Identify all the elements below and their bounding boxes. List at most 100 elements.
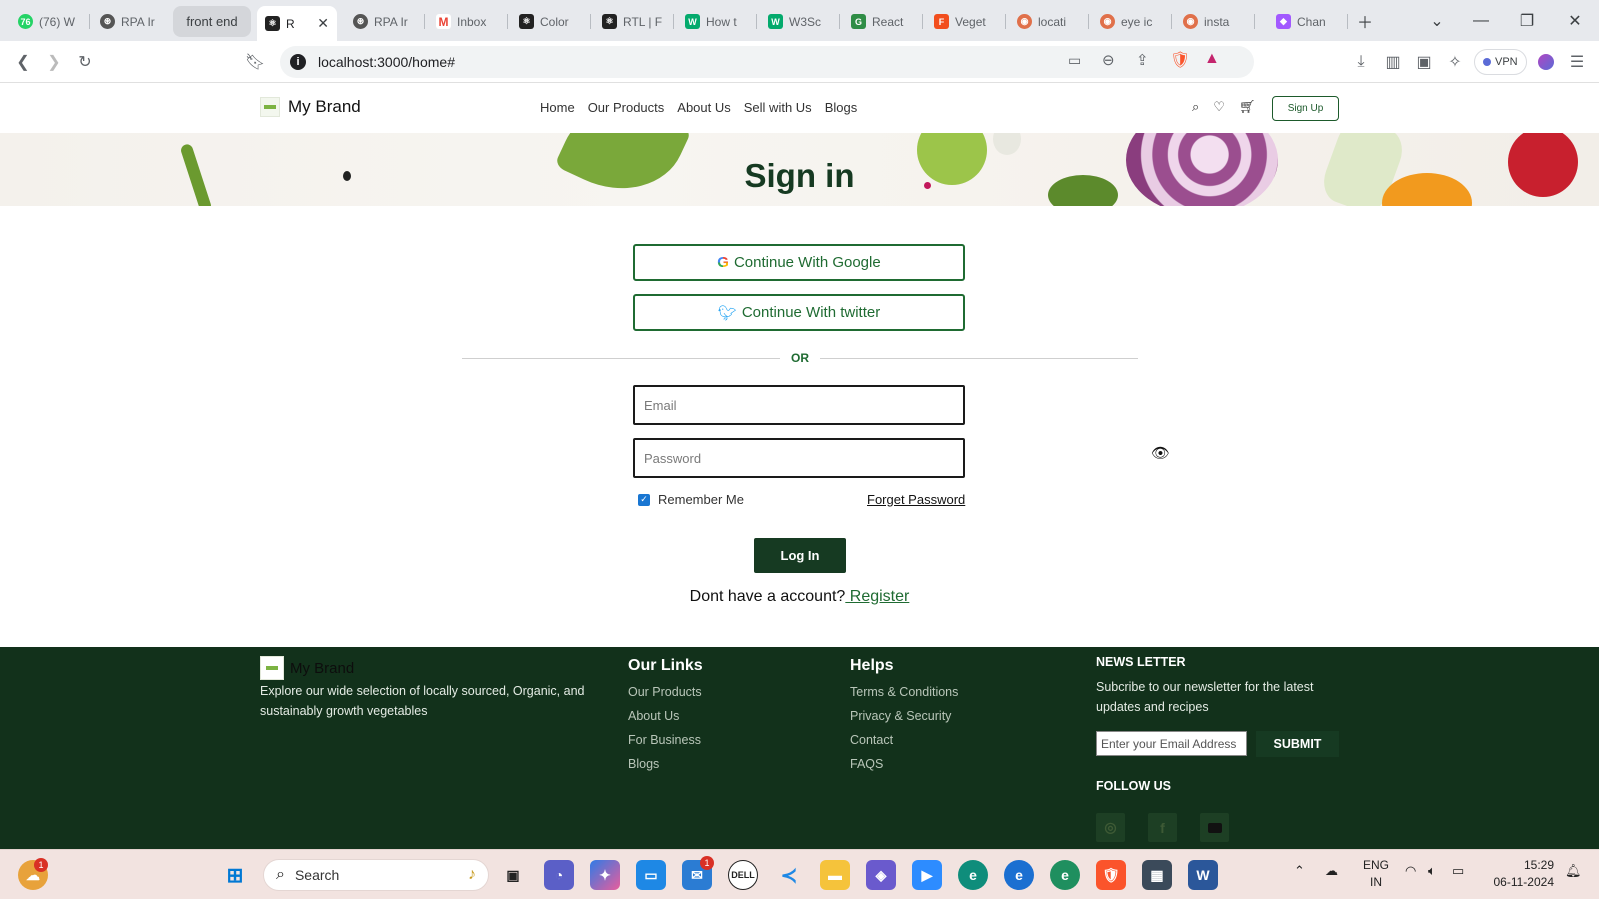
tab-search-chevron-icon[interactable]: ⌄ [1424,8,1450,34]
remember-me-checkbox[interactable]: ✓ [638,493,650,506]
edge-beta-icon[interactable]: e [1004,860,1034,890]
browser-tab[interactable]: W How t [677,6,757,37]
vscode-icon[interactable]: ≺ [774,860,804,890]
browser-tab[interactable]: ◉ eye ic [1092,6,1172,37]
menu-icon[interactable]: ☰ [1564,49,1590,75]
password-field[interactable] [633,438,965,478]
windows-start-icon[interactable]: ⊞ [220,860,250,890]
tab-group-front-end[interactable]: front end [173,6,251,37]
copilot-icon[interactable]: ✦ [590,860,620,890]
facebook-icon[interactable]: f [1148,813,1177,842]
remember-me-control[interactable]: ✓ Remember Me [638,492,744,507]
volume-icon[interactable]: 🔈︎ [1428,863,1436,879]
browser-tab[interactable]: M Inbox [428,6,508,37]
wifi-icon[interactable]: ◠ [1405,863,1416,879]
restore-icon[interactable]: ❐ [1512,6,1542,36]
search-icon[interactable]: ⌕ [1192,99,1199,115]
footer-link-for-business[interactable]: For Business [628,733,703,757]
photos-icon[interactable]: ◈ [866,860,896,890]
brave-rewards-icon[interactable]: ▲ [1204,50,1220,68]
browser-tab[interactable]: G React [843,6,923,37]
desktop-icon[interactable]: ▭ [636,860,666,890]
nav-link-home[interactable]: Home [540,100,575,115]
continue-with-twitter-button[interactable]: 🐦︎ Continue With twitter [633,294,965,331]
newsletter-submit-button[interactable]: SUBMIT [1256,731,1339,757]
newsletter-email-input[interactable] [1096,731,1247,756]
word-icon[interactable]: W [1188,860,1218,890]
edge-dev-icon[interactable]: e [1050,860,1080,890]
footer-link-faqs[interactable]: FAQS [850,757,958,781]
share-icon[interactable]: ⇪ [1136,51,1149,69]
close-window-icon[interactable]: ✕ [1560,6,1590,36]
browser-tab[interactable]: ◆ Chan [1268,6,1348,37]
brave-browser-icon[interactable]: 🛡︎ [1096,860,1126,890]
continue-with-google-button[interactable]: G Continue With Google [633,244,965,281]
browser-tab[interactable]: F Veget [926,6,1006,37]
nav-link-our-products[interactable]: Our Products [588,100,665,115]
footer-link-our-products[interactable]: Our Products [628,685,703,709]
calculator-icon[interactable]: ▦ [1142,860,1172,890]
cast-icon[interactable]: ▭ [1068,52,1081,69]
email-field[interactable] [633,385,965,425]
zoom-app-icon[interactable]: ▶ [912,860,942,890]
minimize-icon[interactable]: — [1466,6,1496,36]
wallet-icon[interactable]: ▣ [1411,49,1437,75]
profile-icon[interactable] [1533,49,1559,75]
register-link[interactable]: Register [845,588,910,605]
forward-icon[interactable]: ❯ [41,49,67,75]
onedrive-icon[interactable]: ☁ [1325,863,1338,879]
file-explorer-icon[interactable]: ▬ [820,860,850,890]
brand-logo-link[interactable]: My Brand [260,97,361,117]
forget-password-link[interactable]: Forget Password [867,492,965,507]
zoom-icon[interactable]: ⊖ [1102,51,1115,69]
footer-link-contact[interactable]: Contact [850,733,958,757]
footer-link-privacy[interactable]: Privacy & Security [850,709,958,733]
taskbar-search-box[interactable]: ⌕ Search ♪ [263,859,489,891]
reload-icon[interactable]: ↻ [72,49,98,75]
sidebar-icon[interactable]: ▥ [1380,49,1406,75]
download-icon[interactable]: ⤓ [1348,49,1374,75]
task-view-icon[interactable]: ▣ [498,860,528,890]
browser-tab[interactable]: 76 (76) W [10,6,90,37]
back-icon[interactable]: ❮ [10,49,36,75]
system-clock[interactable]: 15:29 06-11-2024 [1484,857,1555,891]
bookmark-icon[interactable]: 🔖︎ [242,49,268,75]
footer-link-terms[interactable]: Terms & Conditions [850,685,958,709]
browser-tab[interactable]: ⊛ RPA Ir [345,6,425,37]
log-in-button[interactable]: Log In [754,538,846,573]
edge-icon[interactable]: e [958,860,988,890]
browser-tab[interactable]: ◉ insta [1175,6,1255,37]
youtube-icon[interactable] [1200,813,1229,842]
heart-icon[interactable]: ♡ [1213,99,1225,115]
show-password-eye-icon[interactable]: 👁︎ [1151,444,1170,462]
footer-brand[interactable]: My Brand [260,656,354,680]
browser-tab[interactable]: ⊛ RPA Ir [92,6,172,37]
dell-icon[interactable]: DELL [728,860,758,890]
leo-ai-icon[interactable]: ✧ [1442,49,1468,75]
new-tab-icon[interactable]: ＋ [1352,8,1378,34]
browser-tab[interactable]: ⚛ RTL | F [594,6,674,37]
brave-shield-icon[interactable]: 🛡︎ [1170,50,1190,70]
close-tab-icon[interactable]: ✕ [317,15,329,32]
battery-icon[interactable]: ▭ [1452,863,1464,879]
browser-tab[interactable]: ⚛ Color [511,6,591,37]
browser-tab[interactable]: ◉ locati [1009,6,1089,37]
nav-link-about-us[interactable]: About Us [677,100,730,115]
sign-up-button[interactable]: Sign Up [1272,96,1339,121]
site-info-icon[interactable]: i [290,54,306,70]
notification-bell-icon[interactable]: 🔔︎ [1565,863,1582,879]
browser-tab[interactable]: W W3Sc [760,6,840,37]
instagram-icon[interactable]: ◎ [1096,813,1125,842]
footer-link-blogs[interactable]: Blogs [628,757,703,781]
address-bar[interactable]: i localhost:3000/home# ▭ ⊖ ⇪ 🛡︎ ▲ [280,46,1254,78]
nav-link-blogs[interactable]: Blogs [825,100,858,115]
cart-icon[interactable]: 🛒︎ [1239,99,1256,115]
footer-link-about-us[interactable]: About Us [628,709,703,733]
show-hidden-icons-chevron-icon[interactable]: ⌃ [1294,863,1305,879]
nav-link-sell-with-us[interactable]: Sell with Us [744,100,812,115]
language-indicator[interactable]: ENG IN [1360,857,1392,891]
url-text[interactable]: localhost:3000/home# [318,54,455,70]
browser-tab-active[interactable]: ⚛ R ✕ [257,6,337,41]
vpn-button[interactable]: VPN [1474,49,1527,75]
teams-chat-icon[interactable]: ◔ [544,860,574,890]
